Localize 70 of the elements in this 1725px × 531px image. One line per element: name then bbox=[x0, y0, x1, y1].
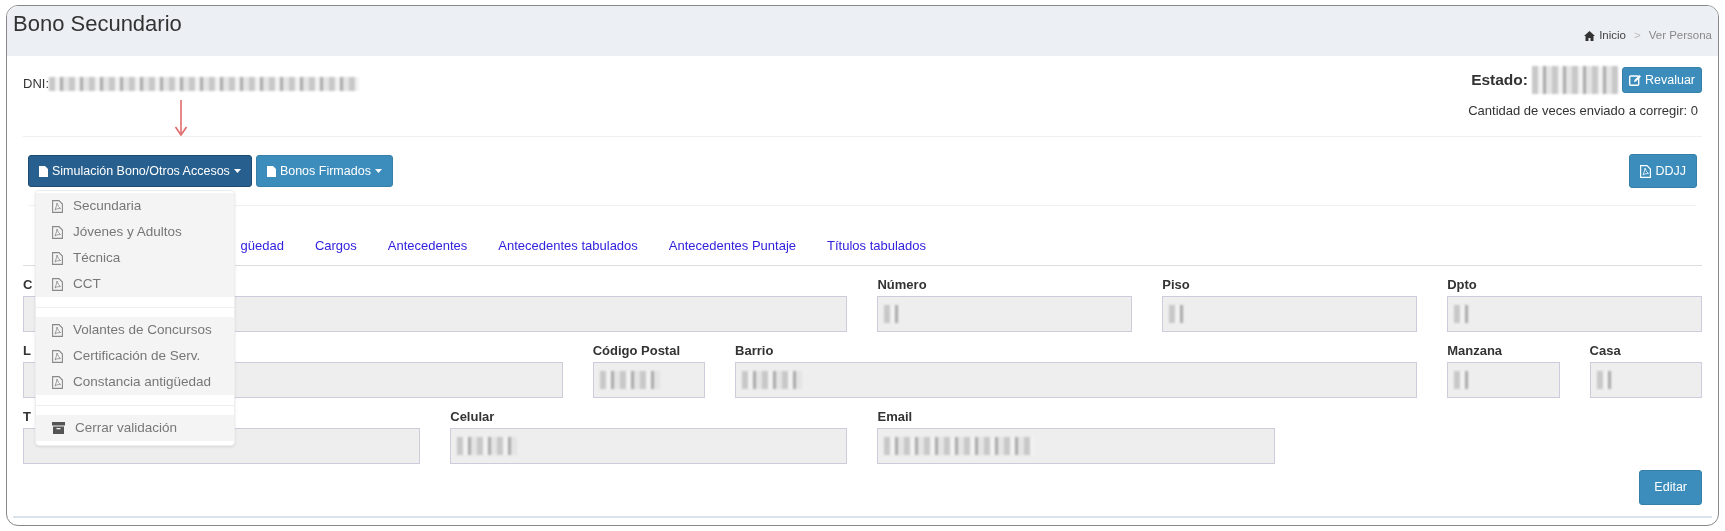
field-label: L bbox=[23, 342, 31, 360]
field-label: Código Postal bbox=[592, 342, 681, 360]
pdf-icon bbox=[52, 251, 63, 265]
redacted-value bbox=[457, 437, 518, 455]
field-label: Número bbox=[877, 276, 927, 294]
menu-item[interactable]: Técnica bbox=[36, 245, 234, 271]
tab[interactable]: Cargos bbox=[299, 235, 373, 256]
input-field[interactable] bbox=[1447, 362, 1560, 398]
breadcrumb-current: Ver Persona bbox=[1648, 28, 1712, 43]
revaluar-button[interactable]: Revaluar bbox=[1621, 66, 1702, 94]
estado-label: Estado: bbox=[1471, 70, 1528, 91]
archive-icon bbox=[52, 422, 65, 434]
dropdown-button[interactable]: Bonos Firmados bbox=[255, 154, 393, 188]
home-icon bbox=[1584, 30, 1596, 41]
caret-icon bbox=[233, 169, 241, 173]
input-field[interactable] bbox=[450, 428, 848, 464]
field-label: Celular bbox=[450, 408, 495, 426]
arrow-icon bbox=[175, 100, 187, 136]
field-label: C bbox=[23, 276, 33, 294]
menu-item[interactable]: Certificación de Serv. bbox=[36, 343, 234, 369]
dni-label: DNI: bbox=[23, 75, 49, 94]
input-field[interactable] bbox=[877, 428, 1275, 464]
edit-icon bbox=[1628, 74, 1641, 86]
input-field[interactable] bbox=[1447, 296, 1702, 332]
redacted-value bbox=[1169, 305, 1184, 323]
breadcrumb-separator: > bbox=[1634, 28, 1641, 43]
redacted-value bbox=[742, 371, 803, 389]
pdf-icon bbox=[52, 199, 63, 213]
dropdown-button[interactable]: Simulación Bono/Otros Accesos bbox=[28, 154, 252, 188]
menu-item[interactable]: Secundaria bbox=[36, 193, 234, 219]
input-field[interactable] bbox=[592, 362, 706, 398]
pdf-icon bbox=[52, 349, 63, 363]
tab[interactable]: Antecedentes bbox=[372, 235, 483, 256]
edit-button[interactable]: Editar bbox=[1639, 470, 1702, 505]
tab[interactable]: Antecedentes Puntaje bbox=[653, 235, 812, 256]
pdf-icon bbox=[52, 225, 63, 239]
redacted-value bbox=[1454, 371, 1469, 389]
tab[interactable]: Antecedentes tabulados bbox=[482, 235, 654, 256]
caret-icon bbox=[374, 169, 382, 173]
redacted-value bbox=[599, 371, 660, 389]
field-label: Email bbox=[877, 408, 913, 426]
pdf-icon bbox=[52, 323, 63, 337]
field-label: Manzana bbox=[1447, 342, 1503, 360]
menu-item[interactable]: Volantes de Concursos bbox=[36, 317, 234, 343]
field-label: Casa bbox=[1589, 342, 1621, 360]
correction-count: Cantidad de veces enviado a corregir: 0 bbox=[1468, 102, 1698, 120]
pdf-icon bbox=[1640, 164, 1652, 178]
input-field[interactable] bbox=[877, 296, 1133, 332]
input-field[interactable] bbox=[1589, 362, 1702, 398]
menu-item[interactable]: Jóvenes y Adultos bbox=[36, 219, 234, 245]
redacted-value bbox=[884, 305, 899, 323]
field-label: T bbox=[23, 408, 31, 426]
breadcrumb-link[interactable]: Inicio bbox=[1584, 27, 1626, 45]
input-field[interactable] bbox=[1162, 296, 1418, 332]
field-label: Piso bbox=[1162, 276, 1190, 294]
menu-item[interactable]: Constancia antigüedad bbox=[36, 369, 234, 395]
file-icon bbox=[266, 165, 276, 177]
pdf-icon bbox=[52, 375, 63, 389]
tab[interactable]: Títulos tabulados bbox=[811, 235, 942, 256]
ddjj-button[interactable]: DDJJ bbox=[1629, 153, 1697, 189]
input-field[interactable] bbox=[735, 362, 1418, 398]
page-title: Bono Secundario bbox=[13, 11, 182, 38]
menu-item[interactable]: CCT bbox=[36, 271, 234, 297]
redacted-value bbox=[1454, 305, 1469, 323]
redacted-value bbox=[1596, 371, 1611, 389]
field-label: Barrio bbox=[735, 342, 774, 360]
menu-item[interactable]: Cerrar validación bbox=[36, 415, 234, 441]
field-label: Dpto bbox=[1447, 276, 1477, 294]
pdf-icon bbox=[52, 277, 63, 291]
file-icon bbox=[39, 165, 48, 177]
